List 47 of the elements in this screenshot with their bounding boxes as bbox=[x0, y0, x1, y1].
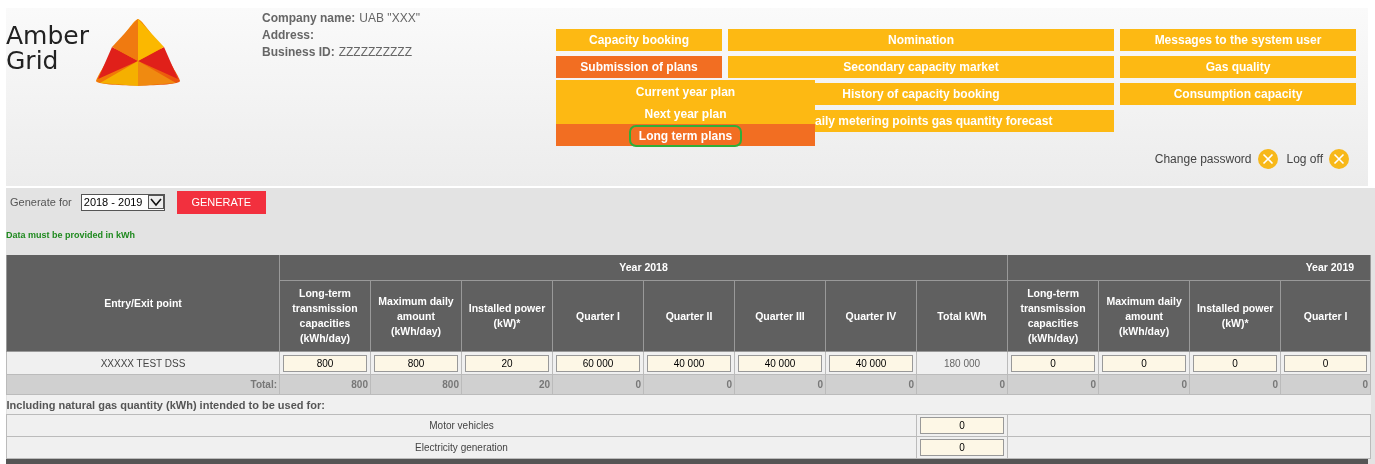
table-cell: Motor vehicles bbox=[6, 414, 917, 437]
change-password-link[interactable]: Change password bbox=[1154, 152, 1252, 166]
logo-text: Amber Grid bbox=[6, 23, 90, 73]
value-input[interactable]: 20 bbox=[465, 354, 549, 372]
generate-for-label: Generate for bbox=[10, 196, 72, 208]
value-input[interactable]: 40 000 bbox=[738, 354, 822, 372]
value-input[interactable]: 0 bbox=[1102, 354, 1187, 372]
year-header: Year 2018 bbox=[279, 255, 1008, 281]
column-header: Quarter I bbox=[552, 280, 644, 352]
period-select[interactable]: 2018 - 2019 bbox=[80, 193, 165, 211]
company-info-text: Business ID: ZZZZZZZZZZ bbox=[262, 44, 413, 61]
column-header: Long-term transmission capacities (kWh/day) bbox=[1007, 280, 1099, 352]
column-header: Maximum daily amount (kWh/day) bbox=[1098, 280, 1190, 352]
log-off-link[interactable]: Log off bbox=[1286, 152, 1323, 166]
section-title: Including natural gas quantity (kWh) intended to be used for: bbox=[6, 398, 325, 411]
value-input[interactable]: 800 bbox=[374, 354, 458, 372]
value-input[interactable]: 40 000 bbox=[647, 354, 731, 372]
value-input[interactable]: 40 000 bbox=[829, 354, 913, 372]
value-input[interactable]: 800 bbox=[283, 354, 367, 372]
column-header: Maximum daily amount (kWh/day) bbox=[370, 280, 462, 352]
table-cell: Electricity generation bbox=[6, 436, 917, 459]
dropdown-arrow-icon bbox=[147, 195, 164, 209]
generate-button[interactable]: GENERATE bbox=[176, 190, 266, 214]
note-text: Data must be provided in kWh bbox=[6, 230, 136, 242]
company-info-text: Company name: UAB "XXX" bbox=[262, 10, 421, 27]
cross-circle-icon[interactable] bbox=[1329, 149, 1349, 169]
value-input[interactable]: 0 bbox=[1193, 354, 1278, 372]
column-header: Quarter I bbox=[1280, 280, 1371, 352]
column-header: Quarter III bbox=[734, 280, 826, 352]
column-header: Installed power (kW)* bbox=[461, 280, 553, 352]
column-header: Total kWh bbox=[916, 280, 1008, 352]
year-header: Year 2019 bbox=[1007, 255, 1371, 281]
cross-circle-icon[interactable] bbox=[1257, 149, 1278, 169]
column-header: Entry/Exit point bbox=[6, 255, 280, 352]
value-input[interactable]: 0 bbox=[1284, 354, 1368, 372]
value-input[interactable]: 0 bbox=[920, 417, 1005, 434]
column-header: Long-term transmission capacities (kWh/day) bbox=[279, 280, 371, 352]
column-header: Quarter II bbox=[643, 280, 735, 352]
value-input[interactable]: 0 bbox=[920, 439, 1005, 456]
value-input[interactable]: 0 bbox=[1011, 354, 1096, 372]
logo-icon bbox=[94, 17, 182, 87]
table-cell: XXXXX TEST DSS bbox=[6, 351, 280, 375]
column-header: Quarter IV bbox=[825, 280, 917, 352]
column-header: Installed power (kW)* bbox=[1189, 280, 1281, 352]
company-info-text: Address: bbox=[262, 27, 315, 44]
value-input[interactable]: 60 000 bbox=[556, 354, 640, 372]
total-label: Total: bbox=[6, 374, 280, 395]
